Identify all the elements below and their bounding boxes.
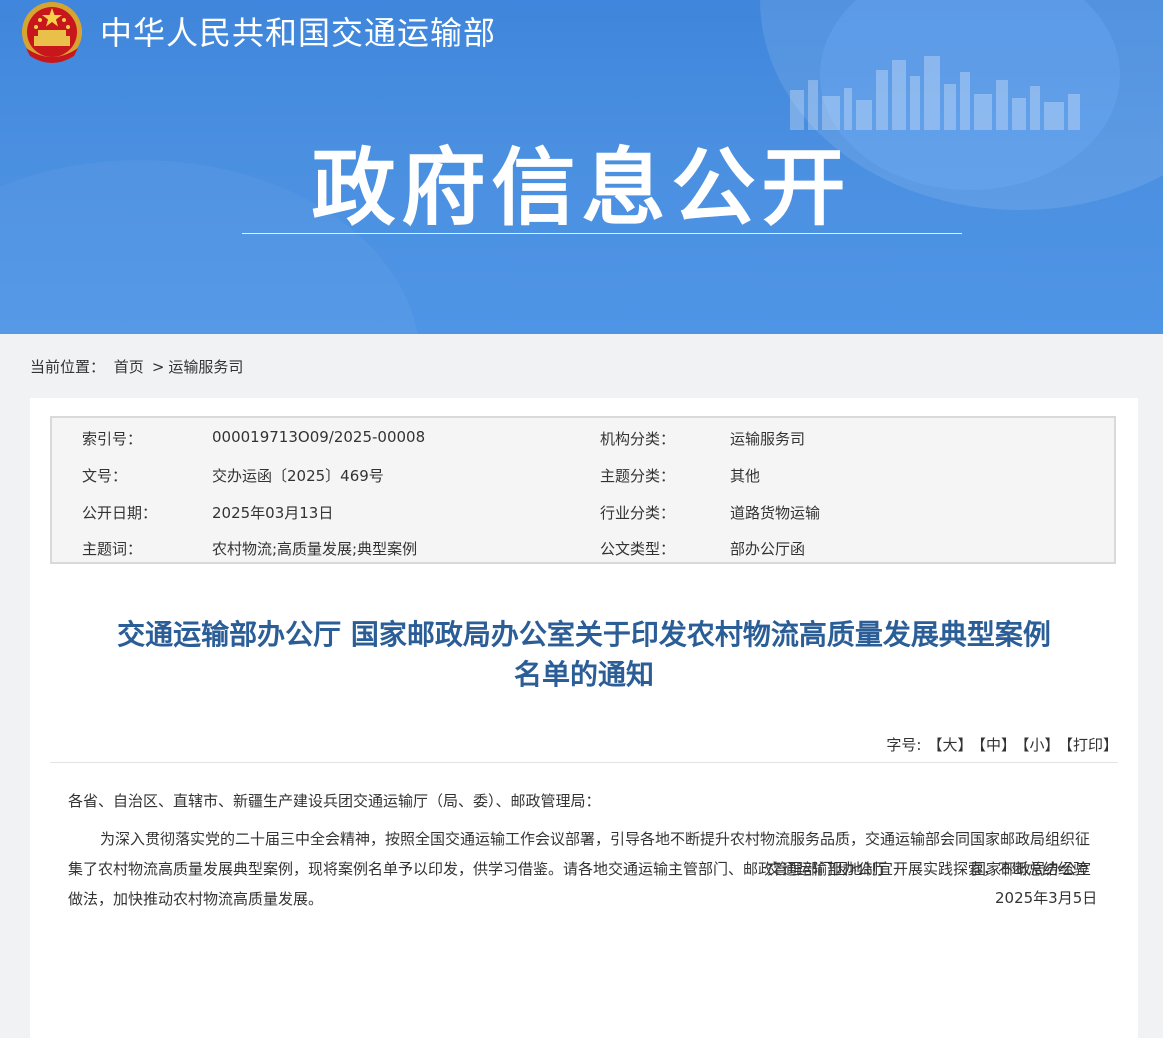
metadata-value: 农村物流;高质量发展;典型案例: [212, 540, 418, 558]
header-banner: 中华人民共和国交通运输部 政府信息公开: [0, 0, 1163, 334]
breadcrumb-label: 当前位置：: [30, 358, 106, 376]
font-medium-button[interactable]: 【中】: [978, 736, 1016, 754]
breadcrumb: 当前位置： 首页 > 运输服务司: [30, 356, 247, 377]
metadata-row: 主题词： 农村物流;高质量发展;典型案例 公文类型： 部办公厅函: [52, 538, 1114, 574]
signer-ministry: 交通运输部办公厅: [767, 860, 888, 878]
breadcrumb-section-link[interactable]: 运输服务司: [168, 358, 243, 376]
metadata-value: 运输服务司: [730, 430, 806, 448]
article-title: 交通运输部办公厅 国家邮政局办公室关于印发农村物流高质量发展典型案例 名单的通知: [30, 615, 1138, 695]
metadata-value: 000019713O09/2025-00008: [212, 428, 426, 446]
ministry-name: 中华人民共和国交通运输部: [100, 14, 497, 52]
metadata-value: 其他: [730, 467, 761, 485]
title-underline: [242, 233, 962, 234]
national-emblem-icon: [22, 2, 82, 63]
print-button[interactable]: 【打印】: [1065, 736, 1118, 754]
article-body: 各省、自治区、直辖市、新疆生产建设兵团交通运输厅（局、委）、邮政管理局： 为深入…: [68, 786, 1098, 914]
metadata-table: 索引号： 000019713O09/2025-00008 机构分类： 运输服务司…: [50, 416, 1116, 564]
salutation: 各省、自治区、直辖市、新疆生产建设兵团交通运输厅（局、委）、邮政管理局：: [68, 792, 601, 810]
metadata-label: 公开日期：: [82, 504, 158, 522]
metadata-label: 公文类型：: [600, 540, 676, 558]
divider: [50, 762, 1118, 763]
city-skyline-icon: [790, 56, 1080, 130]
breadcrumb-separator: >: [151, 358, 165, 376]
metadata-label: 主题分类：: [600, 467, 676, 485]
article-title-line: 交通运输部办公厅 国家邮政局办公室关于印发农村物流高质量发展典型案例: [117, 618, 1051, 651]
metadata-label: 文号：: [82, 467, 128, 485]
metadata-label: 机构分类：: [600, 430, 676, 448]
font-size-controls: 字号: 【大】 【中】 【小】 【打印】: [886, 734, 1118, 755]
metadata-value: 2025年03月13日: [212, 504, 334, 522]
metadata-row: 文号： 交办运函〔2025〕469号 主题分类： 其他: [52, 465, 1114, 501]
breadcrumb-home-link[interactable]: 首页: [114, 358, 144, 376]
article-title-line: 名单的通知: [513, 658, 654, 691]
metadata-label: 行业分类：: [600, 504, 676, 522]
font-large-button[interactable]: 【大】: [927, 736, 972, 754]
issue-date: 2025年3月5日: [995, 889, 1098, 907]
font-small-button[interactable]: 【小】: [1022, 736, 1060, 754]
content-panel: 索引号： 000019713O09/2025-00008 机构分类： 运输服务司…: [30, 398, 1138, 1038]
metadata-label: 索引号：: [82, 430, 143, 448]
metadata-label: 主题词：: [82, 540, 143, 558]
metadata-row: 公开日期： 2025年03月13日 行业分类： 道路货物运输: [52, 502, 1114, 538]
metadata-value: 部办公厅函: [730, 540, 806, 558]
signer-postal: 国家邮政局办公室: [971, 860, 1092, 878]
metadata-row: 索引号： 000019713O09/2025-00008 机构分类： 运输服务司: [52, 428, 1114, 464]
section-title: 政府信息公开: [311, 139, 852, 237]
metadata-value: 交办运函〔2025〕469号: [212, 467, 384, 485]
body-paragraph: 为深入贯彻落实党的二十届三中全会精神，按照全国交通运输工作会议部署，引导各地不断…: [68, 830, 1091, 908]
metadata-value: 道路货物运输: [730, 504, 821, 522]
font-size-label: 字号:: [886, 736, 922, 754]
